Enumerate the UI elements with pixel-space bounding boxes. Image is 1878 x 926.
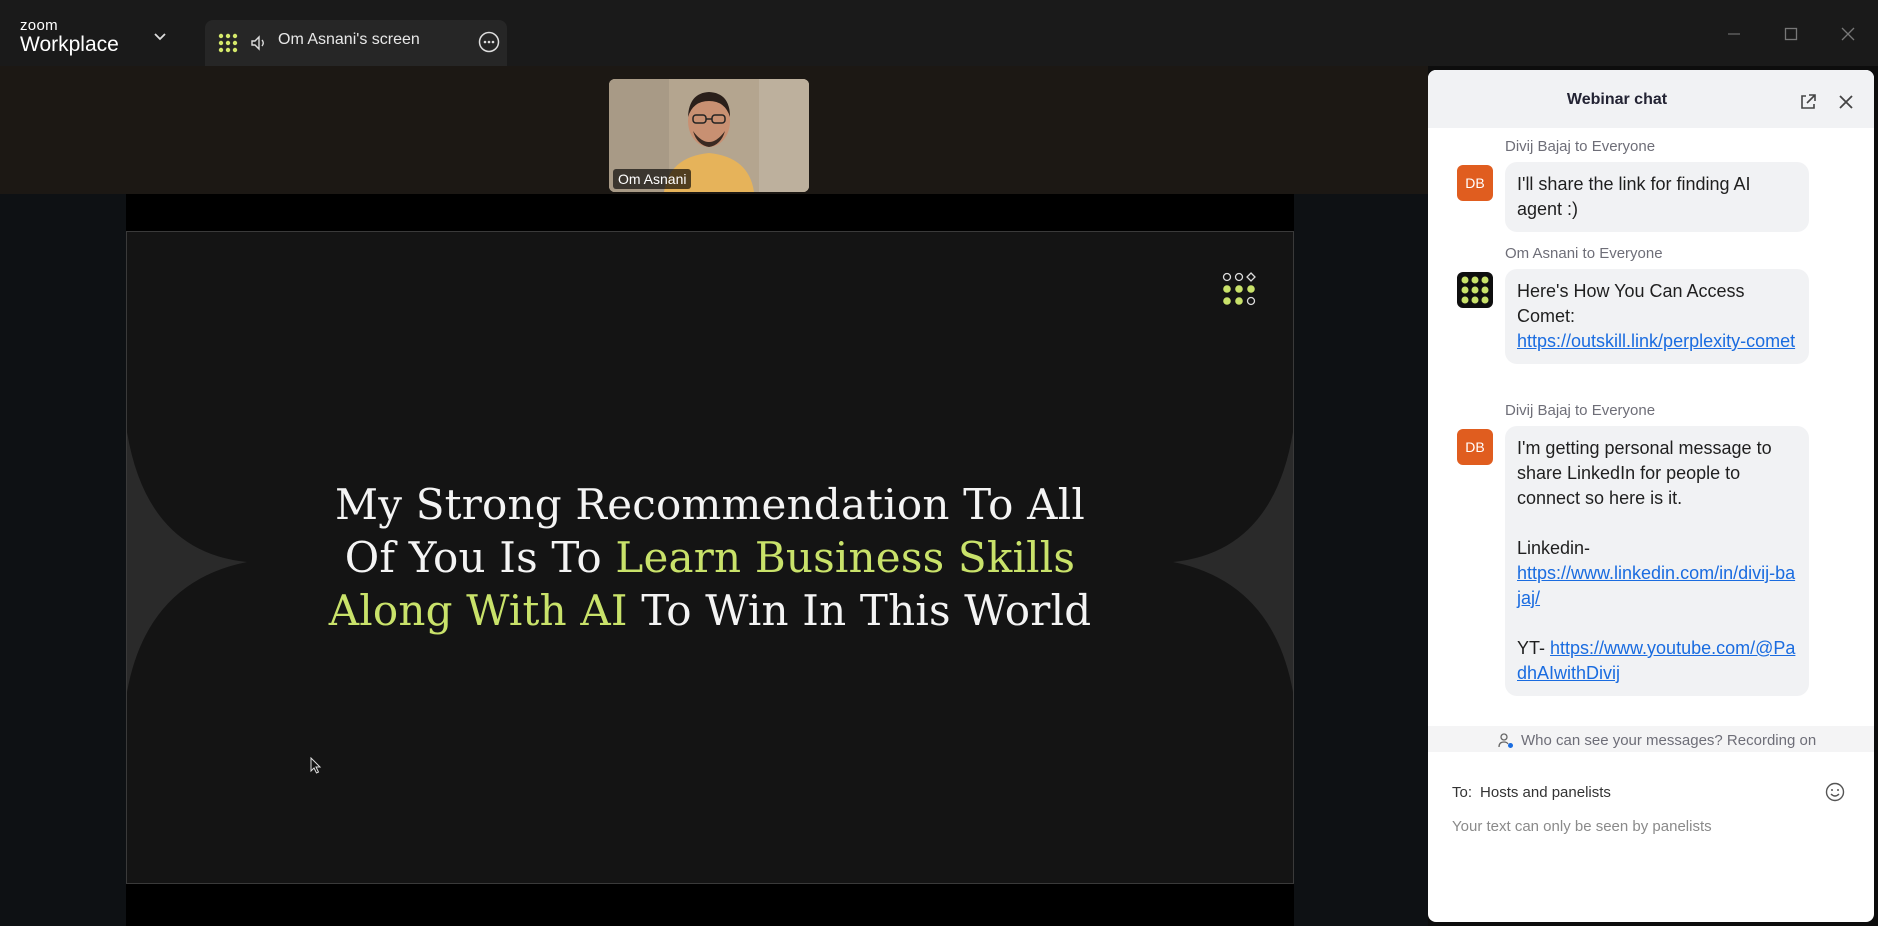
message-text: I'm getting personal message to share Li… — [1517, 438, 1772, 508]
message-text: Here's How You Can Access Comet: — [1517, 281, 1745, 326]
slide-logo-icon — [1222, 272, 1256, 306]
message-text: I'll share the link for finding AI agent… — [1517, 174, 1751, 219]
pop-out-icon[interactable] — [1798, 92, 1818, 112]
drag-grip-icon[interactable] — [217, 32, 239, 54]
slide-title: My Strong Recommendation To All Of You I… — [267, 478, 1153, 637]
person-lock-icon — [1498, 733, 1513, 748]
video-strip: Om Asnani — [0, 66, 1428, 194]
speaker-icon[interactable] — [249, 33, 269, 53]
recipient-value[interactable]: Hosts and panelists — [1480, 784, 1611, 801]
meeting-area: Om Asnani My Strong Recommendation To Al… — [0, 66, 1428, 926]
mouse-cursor-icon — [310, 757, 322, 774]
close-chat-icon[interactable] — [1836, 92, 1856, 112]
emoji-icon[interactable] — [1824, 781, 1846, 803]
message-sender: Divij Bajaj to Everyone — [1505, 138, 1656, 155]
chat-message: Here's How You Can Access Comet: https:/… — [1505, 269, 1809, 364]
chevron-down-icon[interactable] — [152, 28, 168, 44]
brand-zoom: zoom — [20, 17, 58, 34]
avatar-dots-icon — [1461, 276, 1489, 304]
slide-title-line3: To Win In This World — [627, 586, 1092, 635]
screen-share-label: Om Asnani's screen — [278, 31, 420, 48]
youtube-link[interactable]: https://www.youtube.com/@PadhAIwithDivij — [1517, 638, 1795, 683]
avatar[interactable] — [1457, 272, 1493, 308]
to-label: To: — [1452, 784, 1473, 801]
screen-share-tab[interactable]: Om Asnani's screen — [205, 20, 507, 66]
avatar[interactable]: DB — [1457, 429, 1493, 465]
slide-title-highlight1: Learn Business Skills — [615, 533, 1076, 582]
participant-video[interactable]: Om Asnani — [609, 79, 809, 192]
message-sender: Divij Bajaj to Everyone — [1505, 402, 1656, 419]
avatar[interactable]: DB — [1457, 165, 1493, 201]
chat-message: I'm getting personal message to share Li… — [1505, 426, 1809, 696]
window-close-icon[interactable] — [1836, 22, 1860, 46]
visibility-notice[interactable]: Who can see your messages? Recording on — [1428, 726, 1874, 752]
webinar-chat-panel: Webinar chat Divij Bajaj to Everyone DB … — [1428, 70, 1874, 922]
message-link[interactable]: https://outskill.link/perplexity-comet — [1517, 331, 1795, 351]
message-input[interactable]: Your text can only be seen by panelists — [1452, 818, 1712, 835]
presentation-slide: My Strong Recommendation To All Of You I… — [126, 231, 1294, 884]
brand-workplace: Workplace — [20, 33, 119, 56]
youtube-label: YT- — [1517, 638, 1551, 658]
shared-screen: My Strong Recommendation To All Of You I… — [126, 194, 1294, 926]
chat-message: I'll share the link for finding AI agent… — [1505, 162, 1809, 232]
maximize-icon[interactable] — [1779, 22, 1803, 46]
slide-title-highlight2: Along With AI — [328, 586, 628, 635]
minimize-icon[interactable] — [1722, 22, 1746, 46]
recipient-selector[interactable]: To: Hosts and panelists — [1452, 784, 1611, 801]
chat-title: Webinar chat — [1566, 91, 1668, 108]
title-bar: zoom Workplace Om Asnani's screen — [0, 0, 1878, 66]
linkedin-link[interactable]: https://www.linkedin.com/in/divij-bajaj/ — [1517, 563, 1795, 608]
slide-title-line2: Of You Is To — [344, 533, 616, 582]
app-logo: zoom Workplace — [20, 18, 119, 55]
more-options-icon[interactable] — [477, 30, 501, 54]
slide-title-line1: My Strong Recommendation To All — [335, 480, 1085, 529]
participant-name: Om Asnani — [613, 169, 692, 189]
message-sender: Om Asnani to Everyone — [1505, 245, 1663, 262]
linkedin-label: Linkedin- — [1517, 538, 1591, 558]
visibility-notice-text: Who can see your messages? Recording on — [1521, 732, 1817, 749]
chat-header: Webinar chat — [1428, 70, 1874, 128]
